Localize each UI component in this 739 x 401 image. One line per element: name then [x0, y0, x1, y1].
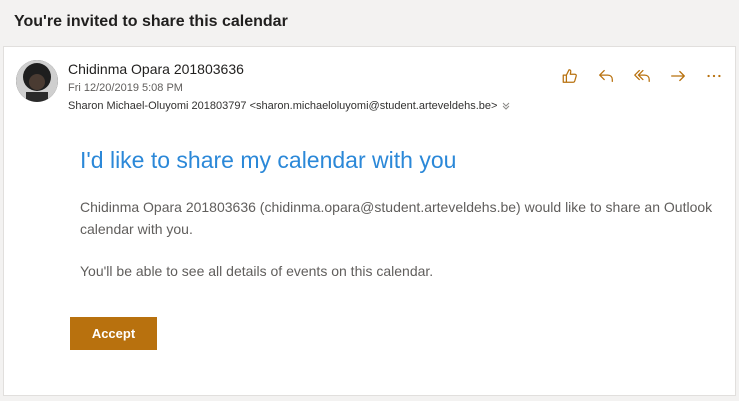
sent-date: Fri 12/20/2019 5:08 PM	[68, 82, 183, 94]
recipients-text: Sharon Michael-Oluyomi 201803797 <sharon…	[68, 100, 498, 112]
sender-name[interactable]: Chidinma Opara 201803636	[68, 61, 244, 77]
more-icon[interactable]	[703, 65, 725, 87]
invite-description: Chidinma Opara 201803636 (chidinma.opara…	[80, 199, 713, 237]
invite-heading: I'd like to share my calendar with you	[80, 147, 457, 173]
invite-details-note: You'll be able to see all details of eve…	[80, 263, 434, 279]
like-icon[interactable]	[559, 65, 581, 87]
message-subject: You're invited to share this calendar	[14, 13, 288, 30]
chevron-down-icon[interactable]	[501, 101, 511, 111]
reply-all-icon[interactable]	[631, 65, 653, 87]
forward-icon[interactable]	[667, 65, 689, 87]
sender-avatar[interactable]	[16, 60, 58, 102]
reading-pane-header: You're invited to share this calendar	[0, 0, 739, 46]
message-actions	[559, 65, 725, 87]
accept-button[interactable]: Accept	[70, 317, 157, 350]
reply-icon[interactable]	[595, 65, 617, 87]
recipients-line: Sharon Michael-Oluyomi 201803797 <sharon…	[68, 100, 511, 112]
message-card: Chidinma Opara 201803636 Fri 12/20/2019 …	[3, 46, 736, 396]
